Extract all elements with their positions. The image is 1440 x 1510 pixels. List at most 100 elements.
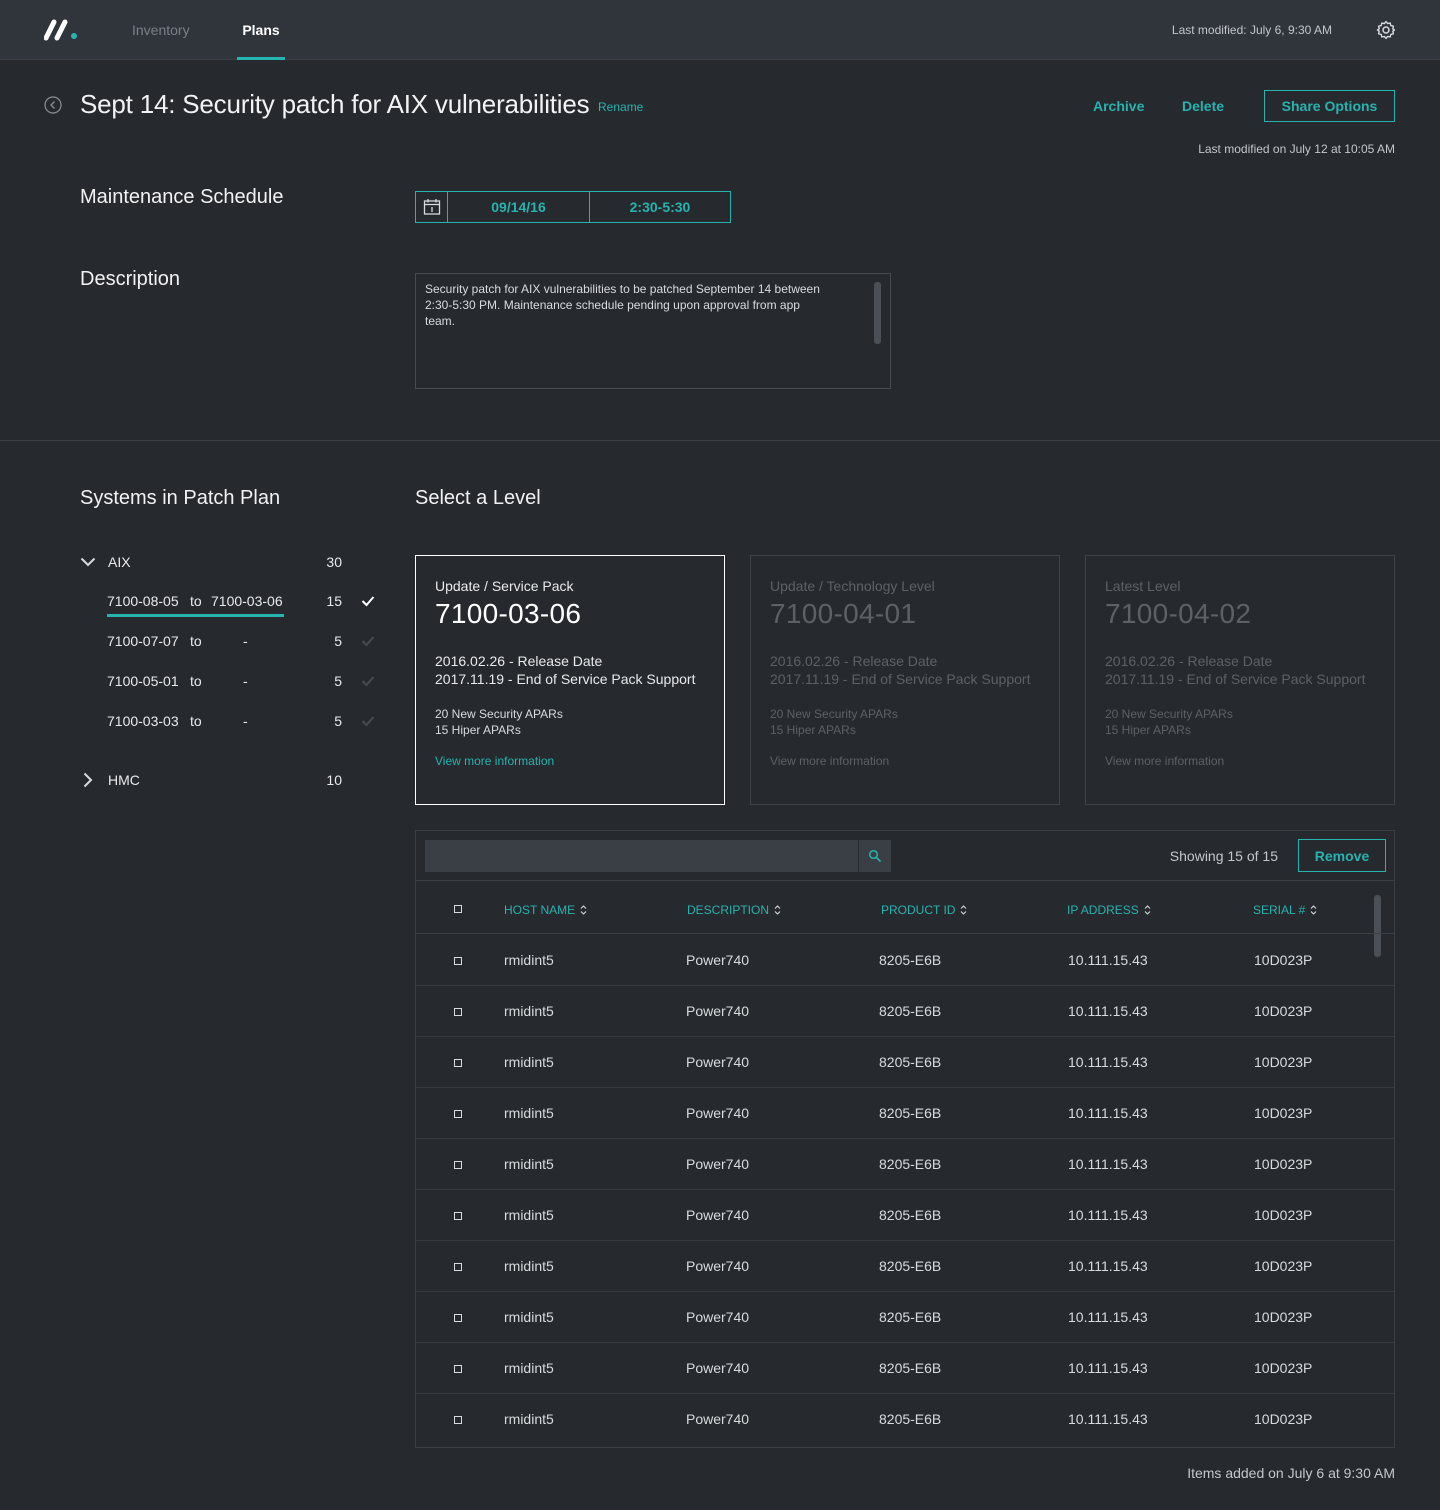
cell-product-id: 8205-E6B	[879, 1054, 942, 1070]
row-checkbox[interactable]	[454, 957, 462, 965]
row-checkbox[interactable]	[454, 1263, 462, 1271]
level-to[interactable]: 7100-03-06	[211, 593, 283, 609]
level-from[interactable]: 7100-03-03	[107, 713, 179, 729]
search-input[interactable]	[425, 840, 858, 872]
column-header-product-id[interactable]: PRODUCT ID	[881, 903, 967, 917]
cell-ip-address: 10.111.15.43	[1068, 1003, 1148, 1019]
table-row[interactable]: rmidint5 Power740 8205-E6B 10.111.15.43 …	[416, 1292, 1394, 1343]
row-checkbox[interactable]	[454, 1365, 462, 1373]
remove-button[interactable]: Remove	[1298, 839, 1386, 872]
row-checkbox[interactable]	[454, 1416, 462, 1424]
column-header-description[interactable]: DESCRIPTION	[687, 903, 781, 917]
column-header-label: DESCRIPTION	[687, 903, 770, 917]
table-row[interactable]: rmidint5 Power740 8205-E6B 10.111.15.43 …	[416, 1037, 1394, 1088]
level-from[interactable]: 7100-08-05	[107, 593, 179, 609]
cell-ip-address: 10.111.15.43	[1068, 1105, 1148, 1121]
card-type: Latest Level	[1105, 578, 1181, 594]
level-card-technology-level[interactable]: Update / Technology Level 7100-04-01 201…	[750, 555, 1060, 805]
card-hiper-apars: 15 Hiper APARs	[435, 723, 521, 737]
level-to-word: to	[190, 633, 202, 649]
level-count: 15	[326, 593, 342, 609]
cell-product-id: 8205-E6B	[879, 1105, 942, 1121]
table-row[interactable]: rmidint5 Power740 8205-E6B 10.111.15.43 …	[416, 1139, 1394, 1190]
system-group-hmc[interactable]: HMC	[108, 772, 140, 788]
row-checkbox[interactable]	[454, 1161, 462, 1169]
cell-serial: 10D023P	[1254, 1411, 1313, 1427]
level-to[interactable]: -	[243, 713, 248, 729]
column-header-label: SERIAL #	[1253, 903, 1306, 917]
calendar-button[interactable]	[416, 192, 448, 222]
brand-logo-icon[interactable]	[44, 18, 80, 42]
checkmark-icon[interactable]	[361, 715, 375, 727]
row-checkbox[interactable]	[454, 1008, 462, 1016]
tab-plans[interactable]: Plans	[237, 0, 285, 60]
cell-product-id: 8205-E6B	[879, 1207, 942, 1223]
table-row[interactable]: rmidint5 Power740 8205-E6B 10.111.15.43 …	[416, 1343, 1394, 1394]
row-checkbox[interactable]	[454, 1110, 462, 1118]
table-row[interactable]: rmidint5 Power740 8205-E6B 10.111.15.43 …	[416, 1190, 1394, 1241]
checkmark-icon[interactable]	[361, 635, 375, 647]
row-checkbox[interactable]	[454, 1314, 462, 1322]
card-release-date: 2016.02.26 - Release Date	[1105, 653, 1273, 669]
active-level-indicator	[107, 614, 284, 617]
toolbar-divider	[416, 880, 1394, 881]
column-header-host-name[interactable]: HOST NAME	[504, 903, 587, 917]
table-row[interactable]: rmidint5 Power740 8205-E6B 10.111.15.43 …	[416, 1394, 1394, 1445]
tab-inventory[interactable]: Inventory	[132, 0, 190, 60]
level-to[interactable]: -	[243, 633, 248, 649]
cell-ip-address: 10.111.15.43	[1068, 1054, 1148, 1070]
level-from[interactable]: 7100-05-01	[107, 673, 179, 689]
select-all-checkbox[interactable]	[454, 905, 462, 913]
cell-host-name: rmidint5	[504, 1360, 554, 1376]
system-group-count: 30	[326, 554, 342, 570]
level-to[interactable]: -	[243, 673, 248, 689]
cell-host-name: rmidint5	[504, 952, 554, 968]
header-divider	[416, 933, 1394, 934]
cell-product-id: 8205-E6B	[879, 1003, 942, 1019]
top-navigation: Inventory Plans Last modified: July 6, 9…	[0, 0, 1440, 60]
delete-button[interactable]: Delete	[1182, 98, 1224, 114]
time-field[interactable]: 2:30-5:30	[590, 192, 730, 222]
cell-host-name: rmidint5	[504, 1309, 554, 1325]
gear-icon[interactable]	[1376, 20, 1396, 40]
view-more-link[interactable]: View more information	[1105, 754, 1375, 768]
sort-icon	[961, 905, 967, 915]
level-card-service-pack[interactable]: Update / Service Pack 7100-03-06 2016.02…	[415, 555, 725, 805]
plan-last-modified: Last modified on July 12 at 10:05 AM	[1198, 142, 1395, 156]
table-row[interactable]: rmidint5 Power740 8205-E6B 10.111.15.43 …	[416, 986, 1394, 1037]
systems-table-panel: Showing 15 of 15 Remove HOST NAME DESCRI…	[415, 830, 1395, 1448]
sort-icon	[580, 905, 587, 915]
cell-product-id: 8205-E6B	[879, 1258, 942, 1274]
cell-serial: 10D023P	[1254, 1003, 1313, 1019]
row-checkbox[interactable]	[454, 1059, 462, 1067]
description-scrollbar[interactable]	[874, 282, 881, 344]
row-checkbox[interactable]	[454, 1212, 462, 1220]
column-header-ip-address[interactable]: IP ADDRESS	[1067, 903, 1151, 917]
system-group-aix[interactable]: AIX	[108, 554, 131, 570]
back-arrow-icon[interactable]	[44, 96, 62, 114]
chevron-right-icon[interactable]	[82, 772, 94, 788]
table-row[interactable]: rmidint5 Power740 8205-E6B 10.111.15.43 …	[416, 1241, 1394, 1292]
checkmark-icon[interactable]	[361, 675, 375, 687]
items-added-note: Items added on July 6 at 9:30 AM	[1187, 1465, 1395, 1481]
date-field[interactable]: 09/14/16	[448, 192, 590, 222]
level-card-latest-level[interactable]: Latest Level 7100-04-02 2016.02.26 - Rel…	[1085, 555, 1395, 805]
rename-link[interactable]: Rename	[598, 100, 643, 114]
view-more-link[interactable]: View more information	[435, 754, 705, 768]
section-divider	[0, 440, 1440, 441]
archive-button[interactable]: Archive	[1093, 98, 1144, 114]
search-button[interactable]	[859, 840, 891, 872]
chevron-down-icon[interactable]	[80, 556, 96, 568]
column-header-serial[interactable]: SERIAL #	[1253, 903, 1317, 917]
table-row[interactable]: rmidint5 Power740 8205-E6B 10.111.15.43 …	[416, 1088, 1394, 1139]
schedule-picker: 09/14/16 2:30-5:30	[415, 191, 731, 223]
share-options-button[interactable]: Share Options	[1264, 90, 1395, 122]
level-from[interactable]: 7100-07-07	[107, 633, 179, 649]
description-textarea[interactable]: Security patch for AIX vulnerabilities t…	[415, 273, 891, 389]
checkmark-icon[interactable]	[361, 595, 375, 607]
cell-serial: 10D023P	[1254, 1054, 1313, 1070]
table-row[interactable]: rmidint5 Power740 8205-E6B 10.111.15.43 …	[416, 935, 1394, 986]
view-more-link[interactable]: View more information	[770, 754, 1040, 768]
cell-ip-address: 10.111.15.43	[1068, 1156, 1148, 1172]
card-hiper-apars: 15 Hiper APARs	[770, 723, 856, 737]
